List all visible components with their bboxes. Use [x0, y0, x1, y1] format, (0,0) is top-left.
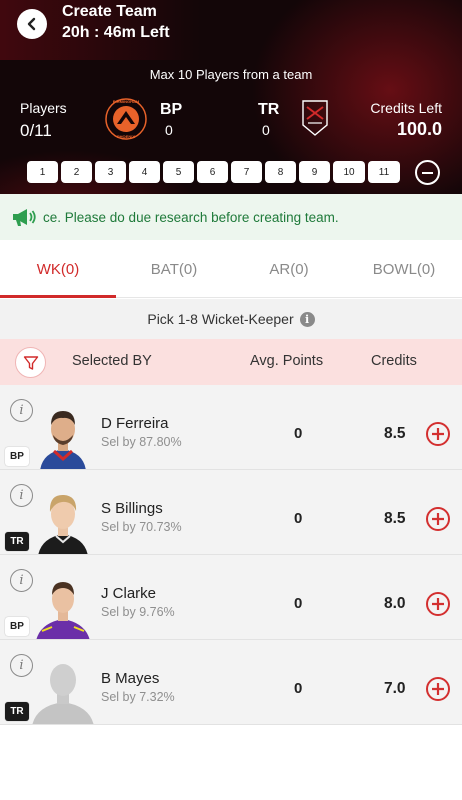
player-slot: 10	[333, 161, 365, 183]
add-player-button[interactable]	[426, 507, 450, 531]
team-badge: TR	[5, 532, 29, 551]
team2-code: TR	[258, 101, 280, 118]
plus-icon	[432, 428, 444, 440]
tab-ar[interactable]: AR(0)	[231, 240, 347, 298]
tab-wk[interactable]: WK(0)	[0, 240, 116, 298]
placeholder-avatar-icon	[32, 664, 94, 724]
match-header: Create Team 20h : 46m Left Max 10 Player…	[0, 0, 462, 194]
time-left: 20h : 46m Left	[62, 24, 170, 41]
player-selected-by: Sel by 9.76%	[101, 605, 175, 619]
player-row[interactable]: i TR B Mayes Sel by 7.32% 0 7.0	[0, 640, 462, 725]
add-player-button[interactable]	[426, 422, 450, 446]
credits-header[interactable]: Credits	[371, 353, 417, 369]
notice-banner: ce. Please do due research before creati…	[0, 194, 462, 240]
credits-left-label: Credits Left	[370, 100, 442, 116]
add-player-button[interactable]	[426, 677, 450, 701]
notice-text: ce. Please do due research before creati…	[43, 209, 339, 225]
pick-note: Pick 1-8 Wicket-Keeper	[147, 311, 294, 327]
players-count: 0/11	[20, 121, 52, 140]
player-row[interactable]: i BP J Clarke Sel by 9.76% 0 8.0	[0, 555, 462, 640]
avg-points-header[interactable]: Avg. Points	[250, 353, 323, 369]
players-label: Players	[20, 100, 67, 116]
clear-team-button[interactable]	[415, 160, 440, 185]
player-name: J Clarke	[101, 585, 157, 602]
team-badge: BP	[5, 617, 29, 636]
page-title: Create Team	[62, 3, 157, 20]
minus-icon	[422, 171, 433, 174]
tab-bowl[interactable]: BOWL(0)	[346, 240, 462, 298]
back-button[interactable]	[17, 9, 47, 39]
player-credits: 8.0	[384, 595, 406, 612]
filter-icon	[23, 355, 38, 370]
player-slot: 3	[95, 161, 126, 183]
column-header: Selected BY Avg. Points Credits	[0, 339, 462, 385]
team2-logo	[302, 100, 328, 136]
back-arrow-icon	[27, 17, 36, 31]
player-name: D Ferreira	[101, 415, 169, 432]
player-photo	[38, 494, 88, 554]
team1-logo: BIRMINGHAM PHOENIX	[105, 98, 147, 140]
role-tabs: WK(0) BAT(0) AR(0) BOWL(0)	[0, 240, 462, 298]
plus-icon	[432, 598, 444, 610]
player-slot: 4	[129, 161, 160, 183]
active-tab-indicator	[0, 295, 116, 298]
player-points: 0	[294, 425, 303, 442]
player-slots: 1 2 3 4 5 6 7 8 9 10 11	[27, 161, 400, 183]
player-points: 0	[294, 595, 303, 612]
credits-left-value: 100.0	[396, 119, 442, 139]
tab-bat[interactable]: BAT(0)	[116, 240, 232, 298]
filter-button[interactable]	[15, 347, 46, 378]
player-slot: 5	[163, 161, 194, 183]
player-selected-by: Sel by 87.80%	[101, 435, 182, 449]
team-badge: BP	[5, 447, 29, 466]
svg-text:BIRMINGHAM: BIRMINGHAM	[113, 99, 140, 104]
player-points: 0	[294, 510, 303, 527]
max-players-note: Max 10 Players from a team	[149, 67, 313, 82]
player-points: 0	[294, 680, 303, 697]
team-badge: TR	[5, 702, 29, 721]
svg-text:PHOENIX: PHOENIX	[117, 134, 135, 139]
player-name: B Mayes	[101, 670, 160, 687]
player-row[interactable]: i BP D Ferreira Sel by 87.80% 0 8.5	[0, 385, 462, 470]
player-photo	[36, 582, 90, 639]
player-selected-by: Sel by 70.73%	[101, 520, 182, 534]
plus-icon	[432, 513, 444, 525]
team1-count: 0	[165, 122, 173, 138]
selected-by-header[interactable]: Selected BY	[72, 353, 152, 369]
add-player-button[interactable]	[426, 592, 450, 616]
team1-code: BP	[160, 101, 183, 118]
player-photo	[40, 411, 86, 469]
team2-count: 0	[262, 122, 270, 138]
player-slot: 9	[299, 161, 330, 183]
player-row[interactable]: i TR S Billings Sel by 70.73% 0 8.5	[0, 470, 462, 555]
player-slot: 8	[265, 161, 296, 183]
player-credits: 8.5	[384, 425, 406, 442]
player-slot: 11	[368, 161, 400, 183]
plus-icon	[432, 683, 444, 695]
player-name: S Billings	[101, 500, 163, 517]
info-icon[interactable]: i	[299, 311, 315, 327]
player-credits: 7.0	[384, 680, 406, 697]
pick-note-bar: Pick 1-8 Wicket-Keeper i	[0, 299, 462, 339]
player-slot: 6	[197, 161, 228, 183]
player-credits: 8.5	[384, 510, 406, 527]
player-selected-by: Sel by 7.32%	[101, 690, 175, 704]
player-slot: 7	[231, 161, 262, 183]
player-slot: 1	[27, 161, 58, 183]
player-slot: 2	[61, 161, 92, 183]
megaphone-icon	[13, 209, 36, 226]
